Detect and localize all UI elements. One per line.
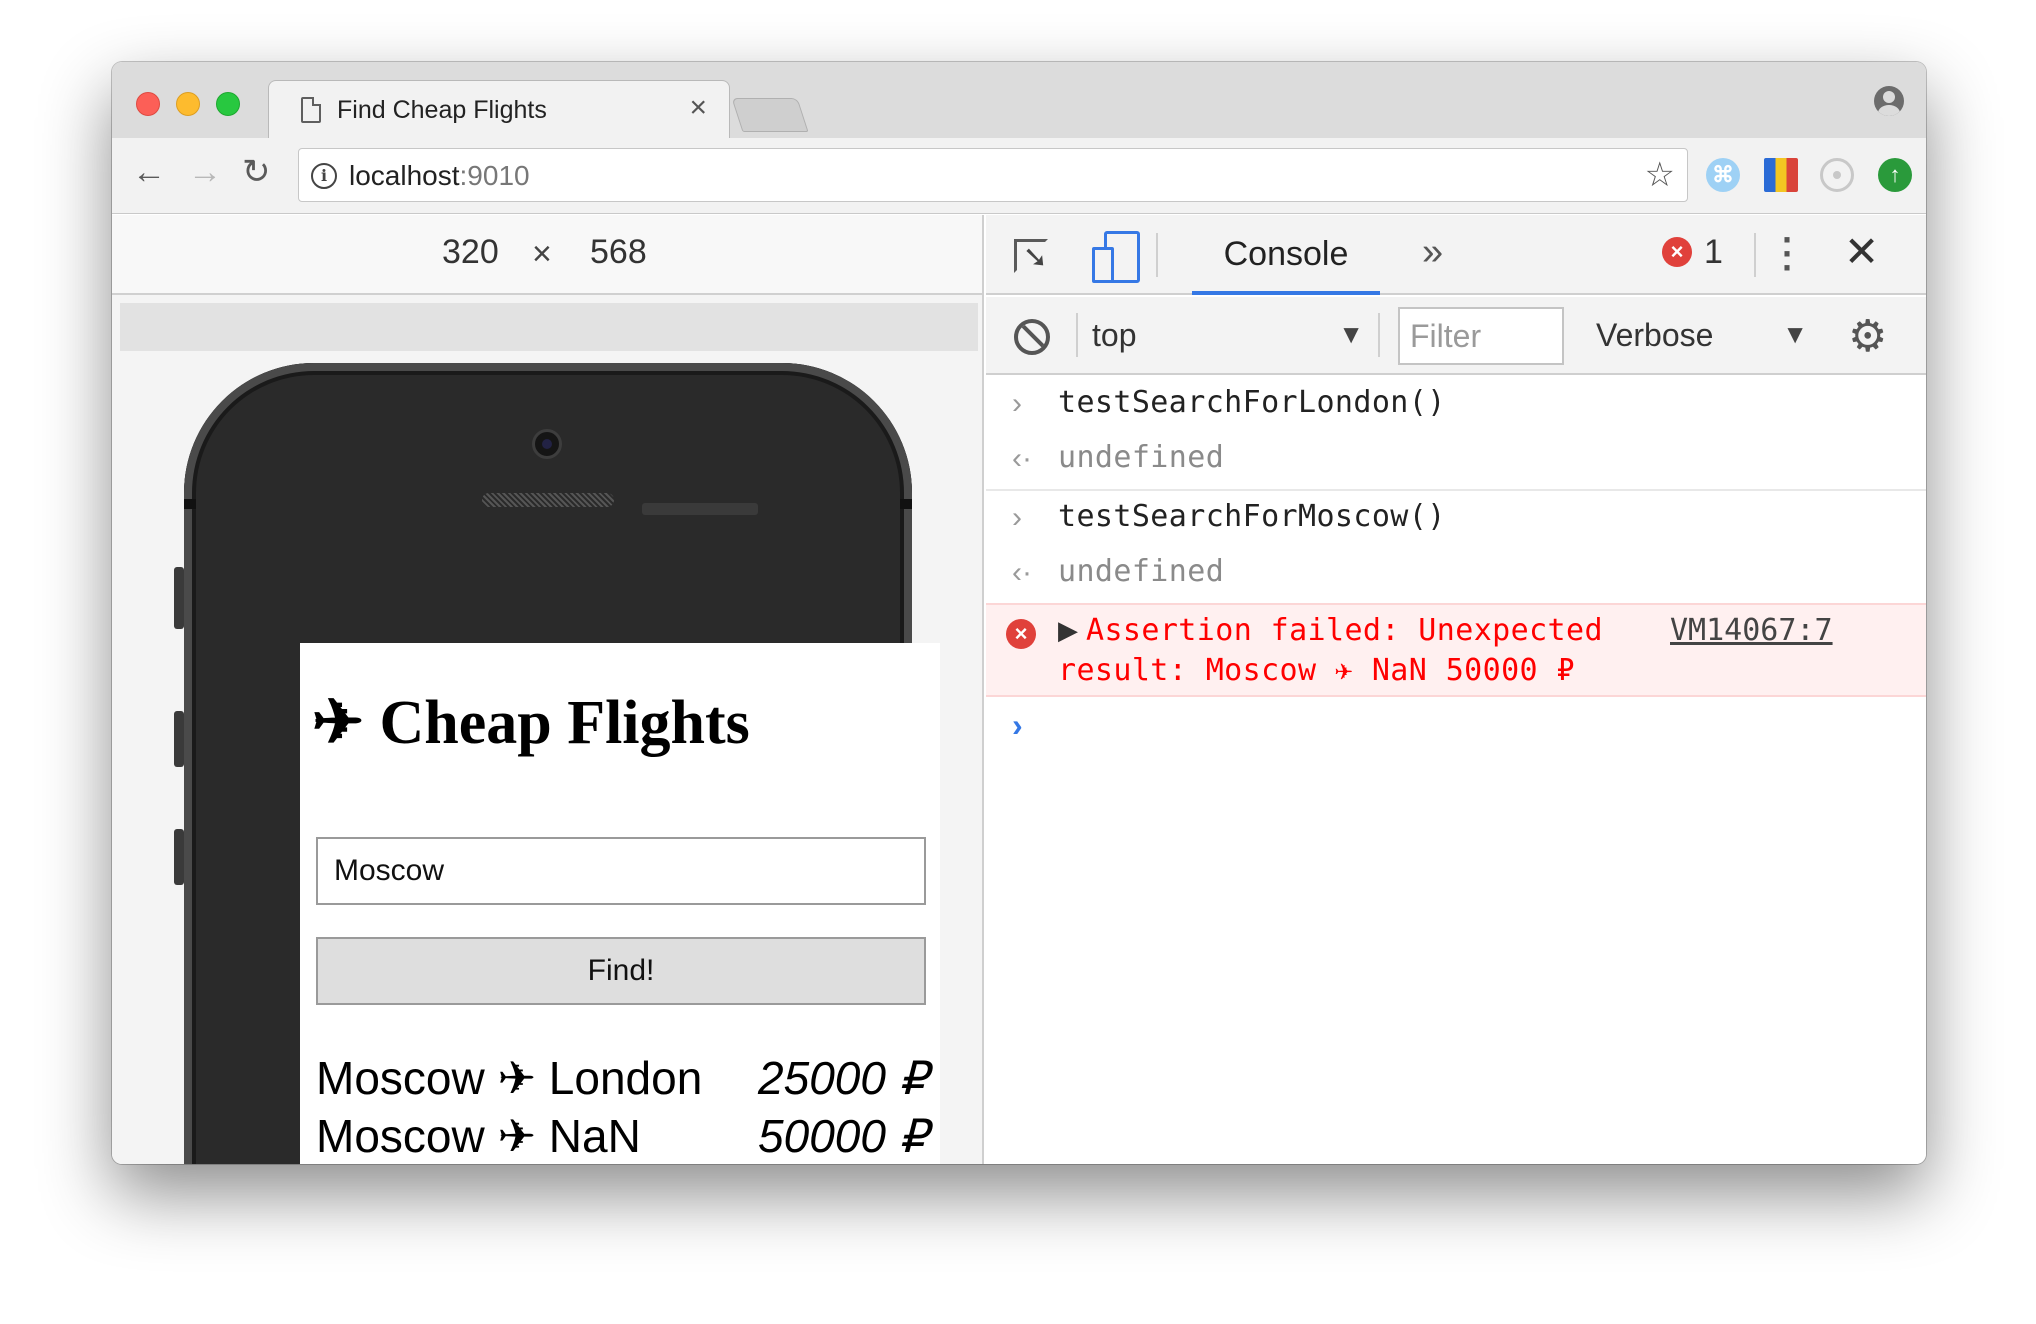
console-result-line: ‹· undefined (986, 432, 1926, 487)
console-prompt[interactable]: › (986, 697, 1926, 753)
result-arrow-icon: ‹· (1012, 442, 1032, 475)
url-port: :9010 (459, 160, 530, 191)
console-command[interactable]: testSearchForMoscow() (1058, 499, 1446, 534)
forward-arrow-icon[interactable]: → (188, 152, 222, 192)
profile-icon[interactable] (1874, 86, 1904, 116)
console-command[interactable]: testSearchForLondon() (1058, 385, 1446, 420)
error-source-link[interactable]: VM14067:7 (1670, 613, 1833, 648)
phone-speaker (482, 493, 614, 507)
console-filter-bar: top ▼ Verbose ▼ ⚙ (986, 297, 1926, 375)
input-chevron-icon: › (1012, 387, 1022, 420)
phone-antenna-band (900, 499, 912, 509)
toolbar-divider (1754, 233, 1756, 277)
gear-icon[interactable]: ⚙ (1848, 311, 1887, 362)
filter-input[interactable] (1398, 307, 1564, 365)
tab-close-icon[interactable]: × (689, 91, 707, 125)
extension-command-icon[interactable]: ⌘ (1706, 158, 1740, 192)
devtools-panel: Console » × 1 ··· ✕ top ▼ Verbose ▼ ⚙ (986, 215, 1926, 1164)
error-count[interactable]: 1 (1704, 233, 1723, 272)
console-result: undefined (1058, 554, 1225, 589)
phone-camera (532, 429, 562, 459)
console-command-line: › testSearchForLondon() (986, 377, 1926, 432)
device-height[interactable]: 568 (590, 233, 647, 272)
toolbar-divider (1156, 233, 1158, 277)
inspect-icon[interactable] (1014, 239, 1048, 273)
error-text-line1: Assertion failed: Unexpected (1086, 613, 1603, 648)
context-select[interactable]: top ▼ (1092, 297, 1364, 375)
error-text-line2: result: Moscow ✈ NaN 50000 ₽ (1058, 653, 1575, 688)
phone-power-button (642, 503, 758, 515)
chevron-down-icon: ▼ (1338, 319, 1364, 349)
new-tab-button[interactable] (731, 98, 809, 132)
result-route: Moscow ✈ London (316, 1052, 703, 1104)
device-width[interactable]: 320 (442, 233, 499, 272)
extension-lighthouse-icon[interactable] (1764, 158, 1798, 192)
console-command-line: › testSearchForMoscow() (986, 491, 1926, 546)
file-icon (301, 97, 321, 123)
title-bar: Find Cheap Flights × (112, 62, 1926, 140)
chevron-down-icon: ▼ (1782, 319, 1808, 349)
browser-window: Find Cheap Flights × ← → ↻ i localhost:9… (112, 62, 1926, 1164)
reload-icon[interactable]: ↻ (242, 152, 271, 192)
address-bar[interactable]: i localhost:9010 ☆ (298, 148, 1688, 202)
result-price: 50000 ₽ (758, 1110, 928, 1162)
phone-frame: ✈ Cheap Flights Find! Moscow ✈ London 25… (184, 363, 940, 1164)
minimize-window-button[interactable] (176, 92, 200, 116)
input-chevron-icon: › (1012, 501, 1022, 534)
close-devtools-icon[interactable]: ✕ (1844, 227, 1879, 276)
more-options-icon[interactable]: · · · (1782, 222, 1794, 286)
media-query-ruler (120, 303, 978, 351)
context-value: top (1092, 317, 1137, 353)
close-window-button[interactable] (136, 92, 160, 116)
toolbar-divider (1076, 313, 1078, 357)
error-count-icon[interactable]: × (1662, 237, 1692, 267)
devtools-tab-bar: Console » × 1 ··· ✕ (986, 215, 1926, 295)
expand-triangle-icon[interactable]: ▶ (1058, 615, 1078, 646)
phone-screen: ✈ Cheap Flights Find! Moscow ✈ London 25… (300, 643, 940, 1164)
toolbar-divider (1378, 313, 1380, 357)
phone-antenna-band (184, 499, 196, 509)
device-viewport: 320 × 568 ✈ Cheap Flights Find! Moscow ✈… (112, 215, 984, 1164)
browser-tab[interactable]: Find Cheap Flights × (268, 80, 730, 140)
phone-volume-down (174, 829, 184, 885)
back-arrow-icon[interactable]: ← (132, 152, 166, 192)
find-button[interactable]: Find! (316, 937, 926, 1005)
app-title: ✈ Cheap Flights (312, 689, 750, 757)
browser-toolbar: ← → ↻ i localhost:9010 ☆ ⌘ ↑ (112, 138, 1926, 214)
result-arrow-icon: ‹· (1012, 556, 1032, 589)
tab-title: Find Cheap Flights (337, 96, 547, 124)
log-level-select[interactable]: Verbose ▼ (1596, 297, 1808, 375)
error-icon: × (1006, 619, 1036, 649)
log-level-value: Verbose (1596, 317, 1714, 353)
device-toolbar-icon[interactable] (1092, 231, 1140, 283)
console-result-line: ‹· undefined (986, 546, 1926, 601)
star-icon[interactable]: ☆ (1645, 155, 1675, 195)
console-output: › testSearchForLondon() ‹· undefined › t… (986, 377, 1926, 753)
url-text[interactable]: localhost:9010 (349, 160, 530, 192)
extension-update-icon[interactable]: ↑ (1878, 158, 1912, 192)
result-row: Moscow ✈ NaN 50000 ₽ (316, 1109, 928, 1164)
more-tabs-icon[interactable]: » (1422, 231, 1443, 274)
prompt-chevron-icon: › (1012, 707, 1023, 743)
extension-react-icon[interactable] (1820, 158, 1854, 192)
info-icon[interactable]: i (311, 163, 337, 189)
city-input[interactable] (316, 837, 926, 905)
result-row: Moscow ✈ London 25000 ₽ (316, 1051, 928, 1109)
console-entry: › testSearchForLondon() ‹· undefined (986, 377, 1926, 491)
console-entry: › testSearchForMoscow() ‹· undefined (986, 491, 1926, 601)
tab-console[interactable]: Console (1192, 215, 1380, 295)
zoom-window-button[interactable] (216, 92, 240, 116)
phone-mute-switch (174, 567, 184, 629)
console-result: undefined (1058, 440, 1225, 475)
result-price: 25000 ₽ (758, 1052, 928, 1104)
device-dimensions-bar: 320 × 568 (112, 215, 982, 295)
phone-volume-up (174, 711, 184, 767)
console-error-message: × ▶ Assertion failed: Unexpected VM14067… (986, 603, 1926, 697)
result-route: Moscow ✈ NaN (316, 1110, 641, 1162)
results-list: Moscow ✈ London 25000 ₽ Moscow ✈ NaN 500… (316, 1051, 928, 1164)
clear-console-icon[interactable] (1014, 319, 1050, 355)
url-host: localhost (349, 160, 460, 191)
dimension-times-icon: × (532, 235, 552, 273)
